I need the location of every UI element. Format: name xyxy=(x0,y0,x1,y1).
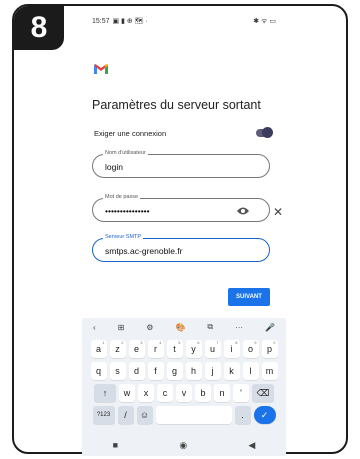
home-icon[interactable]: ◉ xyxy=(179,440,187,451)
keyboard-row-2: q s d f g h j k l m xyxy=(82,362,286,380)
key-k[interactable]: k xyxy=(223,362,240,380)
key-d[interactable]: d xyxy=(128,362,145,380)
recents-icon[interactable]: ■ xyxy=(113,440,118,450)
key-u[interactable]: u7 xyxy=(204,340,221,358)
password-label: Mot de passe xyxy=(103,194,141,200)
key-h[interactable]: h xyxy=(185,362,202,380)
key-r[interactable]: r4 xyxy=(147,340,164,358)
emoji-key[interactable]: ☺ xyxy=(136,406,153,424)
password-value: ••••••••••••••• xyxy=(105,206,150,216)
status-right-icons: ✱ ᯤ ▭ xyxy=(253,17,276,25)
more-icon[interactable]: ··· xyxy=(235,323,243,332)
palette-icon[interactable]: 🎨 xyxy=(175,323,185,332)
space-key[interactable] xyxy=(155,406,232,424)
slash-key[interactable]: / xyxy=(117,406,134,424)
key-x[interactable]: x xyxy=(138,384,154,402)
enter-key[interactable]: ✓ xyxy=(253,406,276,424)
smtp-server-label: Serveur SMTP xyxy=(103,234,144,240)
mic-icon[interactable]: 🎤 xyxy=(265,323,275,332)
symbols-key[interactable]: ?123 xyxy=(92,406,115,424)
back-nav-icon[interactable]: ◀ xyxy=(248,440,255,451)
status-time: 15:57 xyxy=(92,17,110,25)
require-connection-row: Exiger une connexion xyxy=(94,126,273,140)
status-bar: 15:57 ▣ ▮ ⊕ 🗺 · ✱ ᯤ ▭ xyxy=(82,12,286,30)
gmail-logo-icon xyxy=(94,64,108,74)
key-l[interactable]: l xyxy=(242,362,259,380)
keyboard-row-1: a1 z2 e3 r4 t5 y6 u7 i8 o9 p0 xyxy=(82,340,286,358)
key-i[interactable]: i8 xyxy=(223,340,240,358)
key-apostrophe[interactable]: ' xyxy=(233,384,249,402)
key-n[interactable]: n xyxy=(214,384,230,402)
key-m[interactable]: m xyxy=(261,362,278,380)
key-y[interactable]: y6 xyxy=(185,340,202,358)
eye-icon[interactable] xyxy=(237,206,249,216)
key-c[interactable]: c xyxy=(157,384,173,402)
key-s[interactable]: s xyxy=(109,362,126,380)
shift-key[interactable]: ↑ xyxy=(94,384,116,402)
key-e[interactable]: e3 xyxy=(128,340,145,358)
key-b[interactable]: b xyxy=(195,384,211,402)
username-field[interactable]: Nom d'utilisateur login xyxy=(92,150,270,178)
backspace-key[interactable]: ⌫ xyxy=(252,384,274,402)
clipboard-icon[interactable]: ⊞ xyxy=(118,323,125,332)
smtp-server-field[interactable]: Serveur SMTP smtps.ac-grenoble.fr xyxy=(92,234,270,262)
keyboard-row-3: ↑ w x c v b n ' ⌫ xyxy=(82,384,286,402)
key-w[interactable]: w xyxy=(119,384,135,402)
username-label: Nom d'utilisateur xyxy=(103,150,148,156)
require-connection-toggle[interactable] xyxy=(256,127,273,138)
close-icon[interactable]: ✕ xyxy=(273,205,283,219)
key-f[interactable]: f xyxy=(147,362,164,380)
back-icon[interactable]: ‹ xyxy=(93,323,96,332)
next-button[interactable]: SUIVANT xyxy=(228,288,270,306)
key-q[interactable]: q xyxy=(90,362,107,380)
key-a[interactable]: a1 xyxy=(90,340,107,358)
key-j[interactable]: j xyxy=(204,362,221,380)
key-t[interactable]: t5 xyxy=(166,340,183,358)
phone-screen: 15:57 ▣ ▮ ⊕ 🗺 · ✱ ᯤ ▭ Paramètres du serv… xyxy=(82,12,286,456)
status-left-icons: ▣ ▮ ⊕ 🗺 · xyxy=(112,18,148,25)
username-value: login xyxy=(105,162,123,172)
keyboard-row-4: ?123 / ☺ . ✓ xyxy=(82,406,286,424)
key-o[interactable]: o9 xyxy=(242,340,259,358)
require-connection-label: Exiger une connexion xyxy=(94,128,167,138)
smtp-server-value: smtps.ac-grenoble.fr xyxy=(105,246,183,256)
key-g[interactable]: g xyxy=(166,362,183,380)
page-title: Paramètres du serveur sortant xyxy=(92,98,261,112)
translate-icon[interactable]: ⧉ xyxy=(207,322,213,332)
key-v[interactable]: v xyxy=(176,384,192,402)
period-key[interactable]: . xyxy=(234,406,251,424)
gear-icon[interactable]: ⚙ xyxy=(146,323,153,332)
password-field[interactable]: Mot de passe ••••••••••••••• ✕ xyxy=(92,194,283,222)
keyboard-toolbar: ‹ ⊞ ⚙ 🎨 ⧉ ··· 🎤 xyxy=(82,318,286,336)
step-badge: 8 xyxy=(14,6,64,50)
nav-bar: ■ ◉ ◀ xyxy=(82,436,286,454)
key-p[interactable]: p0 xyxy=(261,340,278,358)
key-z[interactable]: z2 xyxy=(109,340,126,358)
